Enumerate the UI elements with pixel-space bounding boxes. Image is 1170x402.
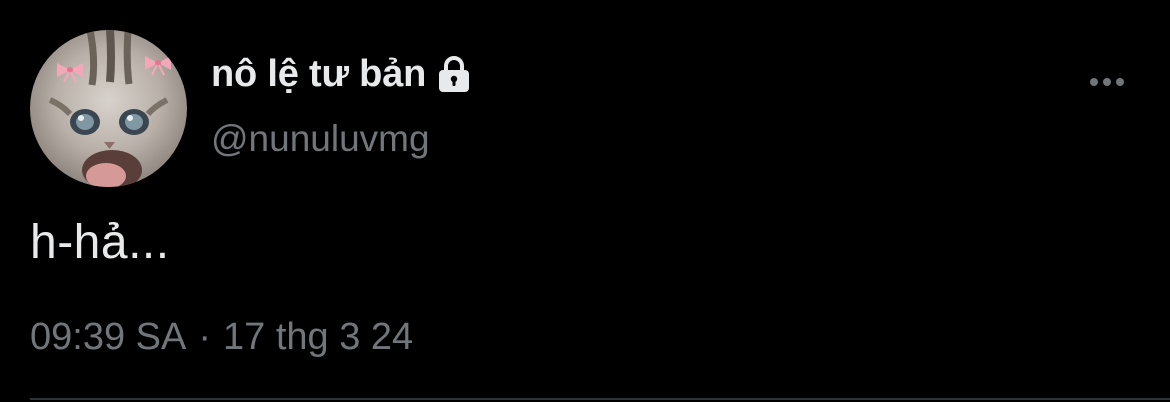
divider	[30, 398, 1170, 400]
tweet-date[interactable]: 17 thg 3 24	[223, 316, 413, 359]
meta-separator: ·	[198, 316, 211, 358]
more-options-button[interactable]	[1082, 62, 1132, 102]
tweet-time[interactable]: 09:39 SA	[30, 316, 186, 359]
tweet-text: h-hả...	[30, 216, 170, 269]
avatar[interactable]	[30, 30, 187, 187]
more-horizontal-icon	[1090, 78, 1124, 86]
tweet-timestamp[interactable]: 09:39 SA · 17 thg 3 24	[30, 316, 413, 359]
cat-avatar-image	[48, 30, 171, 187]
author-name-row[interactable]: nô lệ tư bản	[211, 48, 474, 100]
author-handle[interactable]: @nunuluvmg	[211, 118, 430, 160]
display-name[interactable]: nô lệ tư bản	[211, 53, 426, 96]
lock-icon	[434, 54, 474, 94]
